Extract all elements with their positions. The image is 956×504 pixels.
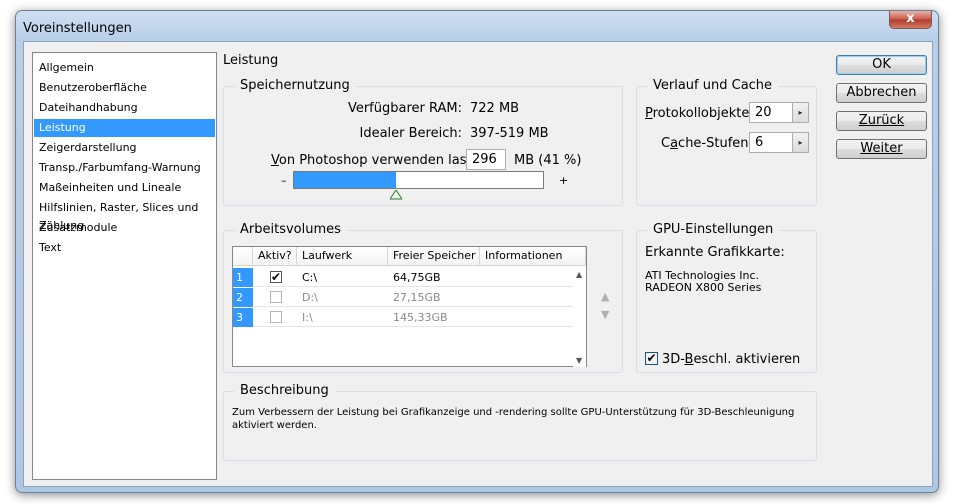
header-free-space[interactable]: Freier Speicher (388, 247, 480, 266)
table-scrollbar[interactable]: ▲ ▼ (573, 267, 586, 367)
enable-3d-checkbox[interactable]: ✔ (645, 352, 658, 365)
photoshop-usage-label: Von Photoshop verwenden lassen: (271, 153, 494, 168)
table-row[interactable]: 1 ✔ C:\ 64,75GB (233, 268, 575, 287)
available-ram-label: Verfügbarer RAM: (347, 101, 462, 116)
active-checkbox[interactable]: ✔ (270, 271, 282, 283)
cache-levels-spinner[interactable]: ▸ (793, 132, 809, 153)
sidebar-item[interactable]: Text (34, 239, 215, 257)
sidebar-item[interactable]: Zeigerdarstellung (34, 139, 215, 157)
close-button[interactable]: x (889, 11, 932, 29)
next-button[interactable]: Weiter (836, 139, 927, 159)
card-model: RADEON X800 Series (645, 281, 762, 294)
scroll-up-icon[interactable]: ▲ (576, 270, 582, 279)
history-states-input[interactable]: 20 (749, 102, 793, 123)
table-row[interactable]: 2 D:\ 27,15GB (233, 288, 575, 307)
drive-cell: I:\ (302, 311, 313, 324)
table-row[interactable]: 3 I:\ 145,33GB (233, 308, 575, 327)
ideal-range-value: 397-519 MB (470, 126, 549, 141)
category-list[interactable]: Allgemein Benutzeroberfläche Dateihandhabu… (32, 52, 217, 480)
drive-cell: C:\ (302, 271, 318, 284)
memory-usage-input[interactable]: 296 (466, 149, 506, 170)
dialog-client: Allgemein Benutzeroberfläche Dateihandhabu… (23, 41, 933, 487)
gpu-settings-title: GPU-Einstellungen (647, 222, 780, 238)
drive-cell: D:\ (302, 291, 318, 304)
history-states-label: Protokollobjekte: (645, 106, 754, 121)
preferences-dialog: Voreinstellungen x Allgemein Benutzerober… (15, 10, 939, 493)
scroll-down-icon[interactable]: ▼ (576, 356, 582, 365)
move-up-icon[interactable]: ▲ (601, 290, 609, 303)
cache-levels-label: Cache-Stufen: (661, 136, 753, 151)
description-title: Beschreibung (234, 383, 335, 399)
sidebar-item[interactable]: Leistung (34, 119, 215, 137)
page-title: Leistung (223, 53, 279, 68)
scratch-disks-table: Aktiv? Laufwerk Freier Speicher Informat… (232, 246, 587, 367)
header-rownum (233, 247, 253, 266)
history-cache-title: Verlauf und Cache (647, 78, 779, 94)
scratch-disks-group: Arbeitsvolumes Aktiv? Laufwerk Freier Sp… (223, 222, 623, 373)
row-number: 3 (233, 308, 253, 327)
sidebar-item[interactable]: Allgemein (34, 59, 215, 77)
description-text: Zum Verbessern der Leistung bei Grafikan… (232, 407, 795, 431)
header-drive[interactable]: Laufwerk (297, 247, 388, 266)
ok-button[interactable]: OK (836, 55, 927, 75)
header-info[interactable]: Informationen (480, 247, 586, 266)
sidebar-item[interactable]: Hilfslinien, Raster, Slices und Zählung (34, 199, 215, 232)
ideal-range-label: Idealer Bereich: (359, 126, 463, 141)
header-active[interactable]: Aktiv? (253, 247, 297, 266)
slider-plus-label: + (559, 174, 569, 187)
history-cache-group: Verlauf und Cache Protokollobjekte: 20 ▸… (636, 78, 817, 206)
memory-usage-group: Speichernutzung Verfügbarer RAM: 722 MB … (223, 78, 623, 206)
memory-slider-fill (294, 172, 397, 188)
title-bar[interactable]: Voreinstellungen x (16, 11, 938, 41)
available-ram-value: 722 MB (470, 101, 520, 116)
detected-card-label: Erkannte Grafikkarte: (645, 245, 785, 260)
memory-slider[interactable] (293, 171, 544, 189)
sidebar-item[interactable]: Maßeinheiten und Lineale (34, 179, 215, 197)
sidebar-item[interactable]: Dateihandhabung (34, 99, 215, 117)
gpu-settings-group: GPU-Einstellungen Erkannte Grafikkarte: … (636, 222, 817, 373)
memory-usage-title: Speichernutzung (234, 78, 356, 94)
enable-3d-label[interactable]: 3D-Beschl. aktivieren (662, 352, 800, 367)
free-space-cell: 64,75GB (393, 271, 441, 284)
memory-usage-unit: MB (41 %) (514, 153, 582, 168)
row-number: 1 (233, 268, 253, 287)
sidebar-item[interactable]: Benutzeroberfläche (34, 79, 215, 97)
back-button[interactable]: Zurück (836, 111, 927, 131)
free-space-cell: 145,33GB (393, 311, 448, 324)
free-space-cell: 27,15GB (393, 291, 441, 304)
slider-minus-label: – (281, 174, 287, 187)
row-number: 2 (233, 288, 253, 307)
active-checkbox[interactable] (270, 311, 282, 323)
sidebar-item[interactable]: Zusatzmodule (34, 219, 215, 237)
active-checkbox[interactable] (270, 291, 282, 303)
cache-levels-input[interactable]: 6 (749, 132, 793, 153)
history-states-spinner[interactable]: ▸ (793, 102, 809, 123)
sidebar-item[interactable]: Transp./Farbumfang-Warnung (34, 159, 215, 177)
cancel-button[interactable]: Abbrechen (836, 83, 927, 103)
slider-thumb-icon[interactable] (390, 190, 403, 200)
scratch-disks-title: Arbeitsvolumes (234, 222, 347, 238)
description-group: Beschreibung Zum Verbessern der Leistung… (223, 383, 817, 461)
move-down-icon[interactable]: ▼ (601, 308, 609, 321)
window-title: Voreinstellungen (23, 21, 132, 36)
